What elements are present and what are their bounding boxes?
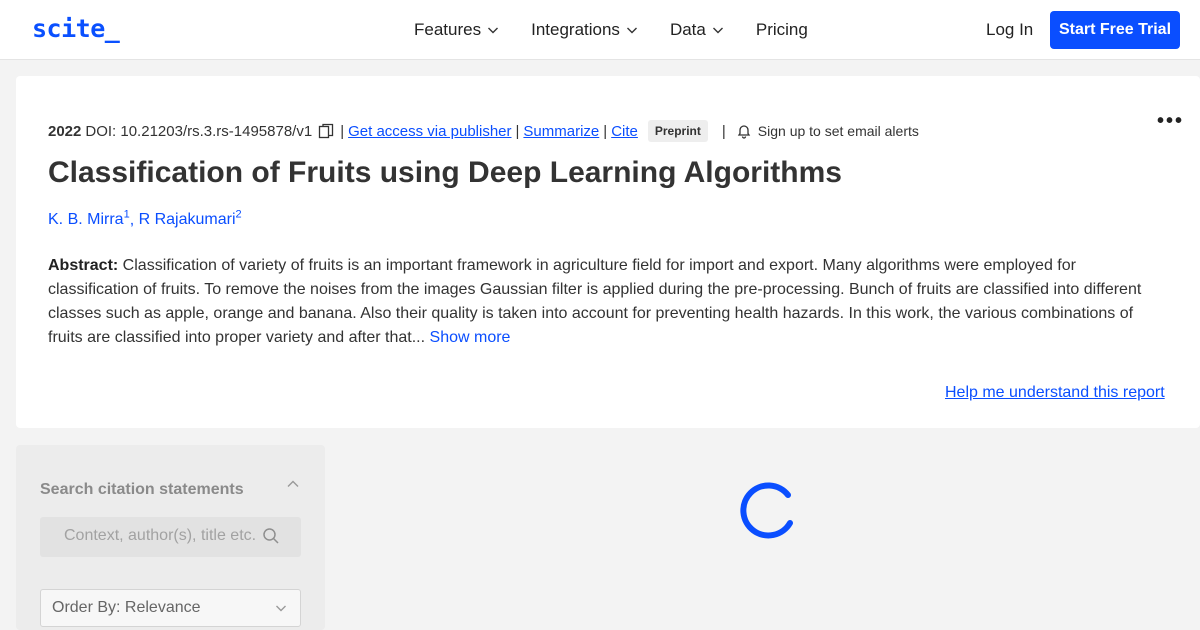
author-list: K. B. Mirra1, R Rajakumari2	[48, 209, 242, 229]
scite-logo[interactable]: scite_	[32, 14, 120, 43]
search-placeholder: Context, author(s), title etc.	[64, 527, 257, 544]
main-nav: Features Integrations Data Pricing	[414, 20, 840, 40]
doi-text: DOI: 10.21203/rs.3.rs-1495878/v1	[85, 122, 313, 140]
nav-features[interactable]: Features	[414, 20, 499, 40]
chevron-down-icon	[626, 27, 637, 34]
search-icon[interactable]	[262, 527, 280, 545]
nav-integrations[interactable]: Integrations	[531, 20, 638, 40]
login-link[interactable]: Log In	[986, 20, 1033, 40]
help-understand-link[interactable]: Help me understand this report	[945, 384, 1165, 402]
preprint-badge: Preprint	[647, 120, 708, 142]
abstract-text: Classification of variety of fruits is a…	[48, 257, 1142, 346]
loading-spinner-icon	[740, 482, 793, 539]
nav-integrations-label: Integrations	[531, 20, 620, 39]
separator: |	[515, 122, 520, 140]
paper-card: 2022 DOI: 10.21203/rs.3.rs-1495878/v1 | …	[16, 76, 1200, 428]
chevron-down-icon	[712, 27, 723, 34]
abstract: Abstract: Classification of variety of f…	[48, 254, 1158, 350]
panel-title: Search citation statements	[40, 481, 244, 498]
order-by-label: Order By: Relevance	[52, 599, 201, 616]
separator: |	[603, 122, 608, 140]
author-affiliation: 2	[235, 209, 242, 221]
summarize-link[interactable]: Summarize	[523, 123, 599, 140]
get-access-link[interactable]: Get access via publisher	[348, 123, 511, 140]
top-navbar: scite_ Features Integrations Data Pricin…	[0, 0, 1200, 60]
nav-pricing-label: Pricing	[755, 20, 808, 39]
show-more-link[interactable]: Show more	[430, 329, 511, 346]
author-separator: ,	[129, 211, 139, 229]
start-free-trial-button[interactable]: Start Free Trial	[1050, 11, 1180, 49]
separator: |	[340, 122, 345, 140]
nav-pricing[interactable]: Pricing	[756, 20, 808, 40]
email-alerts-link[interactable]: Sign up to set email alerts	[758, 123, 919, 139]
more-options-icon[interactable]: •••	[1157, 110, 1184, 133]
abstract-label: Abstract:	[48, 257, 119, 274]
author-link[interactable]: R Rajakumari2	[138, 209, 242, 229]
author-name: K. B. Mirra	[48, 211, 124, 229]
paper-title: Classification of Fruits using Deep Lear…	[48, 156, 842, 189]
chevron-down-icon	[488, 27, 499, 34]
bell-icon[interactable]	[736, 123, 752, 139]
nav-data-label: Data	[669, 20, 706, 39]
nav-features-label: Features	[414, 20, 482, 39]
paper-meta-row: 2022 DOI: 10.21203/rs.3.rs-1495878/v1 | …	[48, 120, 919, 142]
separator: |	[721, 122, 726, 140]
cite-link[interactable]: Cite	[611, 123, 638, 140]
chevron-up-icon[interactable]	[286, 477, 300, 491]
author-link[interactable]: K. B. Mirra1	[48, 209, 130, 229]
copy-icon[interactable]	[318, 123, 334, 139]
citation-search-panel: Search citation statements Context, auth…	[16, 445, 325, 630]
nav-data[interactable]: Data	[670, 20, 724, 40]
author-name: R Rajakumari	[138, 211, 236, 229]
chevron-down-icon	[276, 605, 286, 612]
publication-year: 2022	[48, 122, 82, 140]
